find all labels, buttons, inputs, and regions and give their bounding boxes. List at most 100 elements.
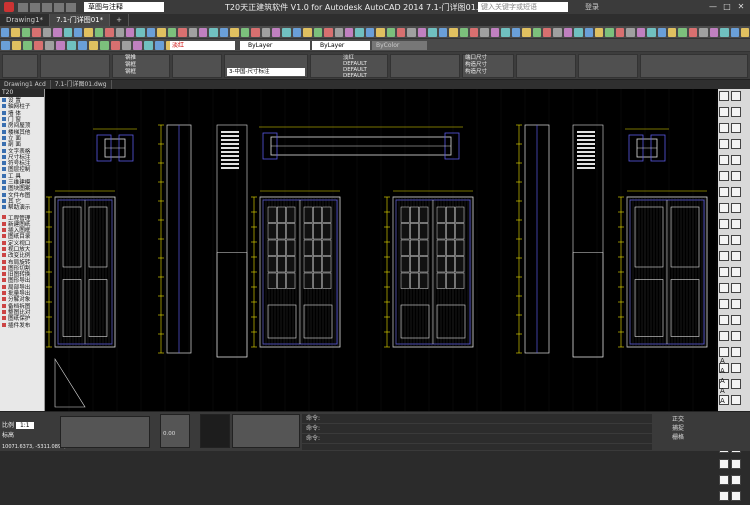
glass-pane[interactable]	[303, 272, 313, 289]
draw-tool-icon[interactable]	[731, 267, 741, 277]
save-icon[interactable]	[42, 2, 52, 12]
draw-tool-icon[interactable]	[731, 315, 741, 325]
draw-tool-icon[interactable]	[719, 171, 729, 181]
draw-tool-icon[interactable]	[731, 203, 741, 213]
snap-toolbar[interactable]	[232, 414, 300, 448]
draw-tool-icon[interactable]	[731, 171, 741, 181]
toolbar-icon[interactable]	[407, 27, 416, 37]
measure-item-2[interactable]: 构造尺寸	[465, 62, 513, 69]
toolbar-icon[interactable]	[542, 27, 552, 37]
toolbar-icon[interactable]	[532, 27, 541, 37]
open-icon[interactable]	[30, 2, 40, 12]
toolbar-icon[interactable]	[133, 40, 142, 50]
glass-pane[interactable]	[286, 239, 296, 256]
toolbar-icon[interactable]	[178, 27, 187, 37]
note-text[interactable]	[577, 143, 595, 145]
toolbar-icon[interactable]	[428, 27, 437, 37]
maximize-icon[interactable]: □	[720, 1, 734, 12]
glass-pane[interactable]	[410, 223, 419, 240]
note-text[interactable]	[577, 155, 595, 157]
note-text[interactable]	[577, 159, 595, 161]
color-select[interactable]: 淡红	[170, 41, 235, 50]
preview-window[interactable]	[200, 414, 230, 448]
draw-tool-icon[interactable]	[719, 187, 729, 197]
glass-pane[interactable]	[303, 223, 313, 240]
toolbar-icon[interactable]	[146, 27, 156, 37]
lineweight-select[interactable]: ByLayer	[312, 41, 370, 50]
ribbon-panel-utilities[interactable]	[516, 54, 576, 78]
toolbar-icon[interactable]	[94, 27, 104, 37]
glass-pane[interactable]	[322, 206, 332, 223]
draw-tool-icon[interactable]	[719, 155, 729, 165]
draw-tool-icon[interactable]	[719, 459, 729, 469]
glass-pane[interactable]	[267, 206, 277, 223]
dim-style-select[interactable]: 3-中国-尺寸标注	[227, 68, 305, 76]
draw-tool-icon[interactable]	[719, 251, 729, 261]
toolbar-icon[interactable]	[1, 27, 10, 37]
glass-pane[interactable]	[436, 239, 446, 256]
draw-tool-icon[interactable]	[719, 283, 729, 293]
command-window[interactable]: 命令: 命令: 命令:	[302, 414, 652, 450]
toolbar-icon[interactable]	[688, 27, 698, 37]
toolbar-icon[interactable]	[605, 27, 614, 37]
toolbar-icon[interactable]	[282, 27, 291, 37]
glass-pane[interactable]	[419, 239, 429, 256]
draw-tool-icon[interactable]	[731, 491, 741, 501]
toolbar-icon[interactable]	[626, 27, 635, 37]
draw-tool-icon[interactable]	[719, 235, 729, 245]
glass-pane[interactable]	[286, 272, 296, 289]
toolbar-icon[interactable]	[126, 27, 135, 37]
cad-drawing[interactable]	[45, 89, 718, 411]
toolbar-icon[interactable]	[219, 27, 229, 37]
toolbar-icon[interactable]	[73, 27, 83, 37]
new-icon[interactable]	[18, 2, 28, 12]
redo-icon[interactable]	[66, 2, 76, 12]
glass-pane[interactable]	[446, 272, 455, 289]
ribbon-panel-modify[interactable]	[172, 54, 222, 78]
lower-panel[interactable]	[62, 279, 82, 337]
toolbar-icon[interactable]	[105, 27, 114, 37]
glass-pane[interactable]	[455, 206, 465, 223]
lower-panel[interactable]	[634, 279, 664, 337]
draw-tool-icon[interactable]	[719, 331, 729, 341]
title-block[interactable]	[572, 252, 604, 358]
toolbar-icon[interactable]	[157, 27, 166, 37]
door-option-2[interactable]: 钢框	[125, 62, 169, 69]
draw-tool-icon[interactable]	[719, 267, 729, 277]
toolbar-icon[interactable]	[32, 27, 41, 37]
draw-tool-icon[interactable]	[719, 299, 729, 309]
toolbar-icon[interactable]	[115, 27, 125, 37]
glass-pane[interactable]	[455, 256, 465, 273]
glass-pane[interactable]	[446, 239, 455, 256]
workspace-select[interactable]: 草图与注释	[84, 2, 164, 12]
toolbar-icon[interactable]	[376, 27, 385, 37]
toolbar-icon[interactable]	[668, 27, 677, 37]
glass-pane[interactable]	[410, 272, 419, 289]
ribbon-panel-home[interactable]	[2, 54, 38, 78]
command-line-3[interactable]: 命令:	[302, 434, 652, 444]
toolbar-icon[interactable]	[21, 27, 31, 37]
glass-pane[interactable]	[419, 256, 429, 273]
glass-pane[interactable]	[446, 223, 455, 240]
glass-pane[interactable]	[313, 206, 322, 223]
toolbar-icon[interactable]	[56, 40, 65, 50]
note-text[interactable]	[221, 159, 239, 161]
glass-pane[interactable]	[277, 239, 286, 256]
undo-icon[interactable]	[54, 2, 64, 12]
title-block[interactable]	[216, 252, 248, 358]
toolbar-icon[interactable]	[449, 27, 458, 37]
toolbar-icon[interactable]	[45, 40, 54, 50]
glass-pane[interactable]	[446, 256, 455, 273]
glass-pane[interactable]	[267, 223, 277, 240]
toolbar-icon[interactable]	[230, 27, 239, 37]
glass-pane[interactable]	[313, 239, 322, 256]
tab-door-detail[interactable]: 7.1-门详图01*	[50, 14, 111, 26]
toolbar-icon[interactable]	[251, 27, 260, 37]
glass-pane[interactable]	[303, 206, 313, 223]
glass-pane[interactable]	[322, 239, 332, 256]
lower-panel[interactable]	[267, 304, 297, 339]
note-text[interactable]	[221, 143, 239, 145]
glass-pane[interactable]	[322, 272, 332, 289]
glass-pane[interactable]	[410, 239, 419, 256]
glass-pane[interactable]	[286, 223, 296, 240]
